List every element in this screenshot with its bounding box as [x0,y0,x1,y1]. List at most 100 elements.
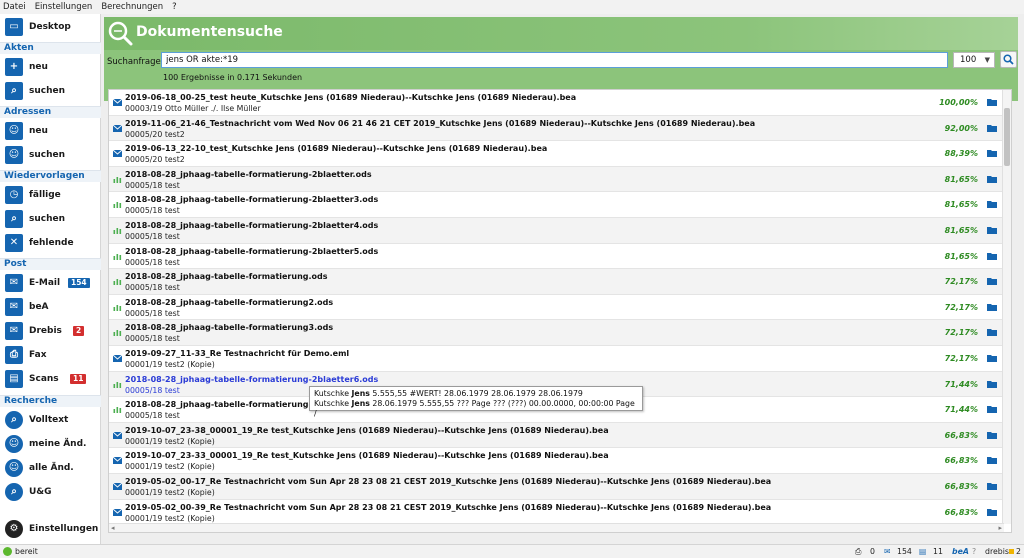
sidebar-item-desktop[interactable]: ▭ Desktop [0,16,101,40]
folder-icon[interactable] [987,380,997,388]
folder-icon[interactable] [987,277,997,286]
result-title: 2018-08-28_jphaag-tabelle-formatierung-2… [125,246,379,256]
search-input[interactable] [161,52,948,68]
folder-icon[interactable] [987,98,997,106]
sidebar-item-label: alle Änd. [29,463,74,473]
result-case: 00005/18 test [125,206,180,216]
folder-icon[interactable] [987,354,997,362]
scanner-icon: ▤ [5,370,23,388]
result-case: 00005/18 test [125,411,180,421]
result-case: 00005/18 test [125,180,180,190]
sidebar-item-fax[interactable]: ⎙ Fax [0,344,101,368]
result-case: 00005/18 test [125,231,180,241]
result-row[interactable]: 2019-06-13_22-10_test_Kutschke Jens (016… [109,141,1004,167]
mail-icon[interactable]: ✉ [884,547,891,556]
sidebar-item-wv-faellige[interactable]: ◷ fällige [0,184,101,208]
folder-icon[interactable] [987,405,997,414]
sidebar-item-ug[interactable]: ⌕ U&G [0,481,101,505]
folder-icon[interactable] [987,175,997,183]
sidebar-item-meine-aend[interactable]: ☺ meine Änd. [0,433,101,457]
sidebar-item-settings[interactable]: ⚙ Einstellungen [0,518,101,542]
bea-mail-icon: ✉ [5,298,23,316]
sidebar-item-wv-suchen[interactable]: ⌕ suchen [0,208,101,232]
result-case: 00005/20 test2 [125,155,185,165]
result-row[interactable]: 2019-09-27_11-33_Re Testnachricht für De… [109,346,1004,372]
menu-help[interactable]: ? [172,2,177,12]
result-row[interactable]: 2019-05-02_00-39_Re Testnachricht vom Su… [109,500,1004,526]
bea-status[interactable]: beA [952,547,969,556]
menu-datei[interactable]: Datei [3,2,26,12]
result-row[interactable]: 2019-06-18_00-25_test heute_Kutschke Jen… [109,90,1004,116]
folder-icon[interactable] [987,431,997,439]
sidebar-item-scans[interactable]: ▤ Scans 11 [0,368,101,392]
sidebar-section-recherche: Recherche [0,395,101,407]
scanner-icon[interactable]: ▤ [919,547,926,556]
scrollbar-thumb[interactable] [1004,108,1010,166]
result-row[interactable]: 2018-08-28_jphaag-tabelle-formatierung.o… [109,269,1004,295]
result-row[interactable]: 2018-08-28_jphaag-tabelle-formatierung-2… [109,244,1004,270]
mail-icon [113,431,122,439]
folder-icon[interactable] [987,456,997,465]
query-label: Suchanfrage: [107,57,164,67]
result-case: 00003/19 Otto Müller ./. Ilse Müller [125,104,261,113]
result-title: 2018-08-28_jphaag-tabelle-formatierung-2… [125,374,379,384]
folder-icon[interactable] [987,226,997,234]
sidebar-item-volltext[interactable]: ⌕ Volltext [0,409,101,433]
mail-icon: ✉ [5,274,23,292]
result-row[interactable]: 2018-08-28_jphaag-tabelle-formatierung-2… [109,192,1004,218]
sidebar-item-adressen-neu[interactable]: ☺ neu [0,120,101,144]
result-score: 81,65% [944,251,978,261]
sidebar-item-akten-neu[interactable]: + neu [0,56,101,80]
search-icon [1003,54,1014,65]
menu-einstellungen[interactable]: Einstellungen [35,2,93,12]
sidebar-item-alle-aend[interactable]: ☺ alle Änd. [0,457,101,481]
sidebar-item-drebis[interactable]: ✉ Drebis 2 [0,320,101,344]
folder-icon[interactable] [987,303,997,311]
horizontal-scrollbar[interactable]: ◂ ▸ [109,523,1004,532]
result-row[interactable]: 2018-08-28_jphaag-tabelle-formatierung2.… [109,295,1004,321]
folder-icon[interactable] [987,124,997,132]
sidebar-item-label: Einstellungen [29,524,99,534]
spreadsheet-icon [113,279,122,286]
result-summary: 100 Ergebnisse in 0.171 Sekunden [163,73,303,82]
sidebar-item-akten-suchen[interactable]: ⌕ suchen [0,80,101,104]
folder-icon[interactable] [987,328,997,337]
preview-tooltip: Kutschke Jens 5.555,55 #WERT! 28.06.1979… [309,386,643,418]
sidebar-item-wv-fehlende[interactable]: ✕ fehlende [0,232,101,256]
result-row[interactable]: 2018-08-28_jphaag-tabelle-formatierung3.… [109,320,1004,346]
search-button[interactable] [1000,51,1017,68]
tooltip-line-2: Kutschke Jens 28.06.1979 5.555,55 ??? Pa… [314,399,635,418]
vertical-scrollbar[interactable] [1002,90,1011,524]
status-text: bereit [15,547,38,556]
menu-bar: Datei Einstellungen Berechnungen ? [0,0,1024,14]
sidebar-item-label: Fax [29,350,47,360]
mail-icon [113,99,122,106]
folder-icon[interactable] [987,149,997,158]
drebis-status[interactable]: drebis [985,547,1009,556]
sidebar-item-email[interactable]: ✉ E-Mail 154 [0,272,101,296]
sidebar-item-adressen-suchen[interactable]: ☺ suchen [0,144,101,168]
result-score: 71,44% [944,379,978,389]
result-row[interactable]: 2018-08-28_jphaag-tabelle-formatierung-2… [109,166,1004,193]
drebis-count-badge: 2 [73,326,85,336]
scroll-left-icon[interactable]: ◂ [111,524,115,532]
printer-icon[interactable]: ⎙ [855,547,861,557]
folder-icon[interactable] [987,482,997,490]
mail-icon [113,457,122,465]
result-row[interactable]: 2019-05-02_00-17_Re Testnachricht vom Su… [109,473,1004,500]
result-row[interactable]: 2019-11-06_21-46_Testnachricht vom Wed N… [109,115,1004,142]
result-row[interactable]: 2019-10-07_23-38_00001_19_Re test_Kutsch… [109,422,1004,449]
folder-icon[interactable] [987,252,997,260]
menu-berechnungen[interactable]: Berechnungen [101,2,163,12]
folder-icon[interactable] [987,508,997,516]
mail-icon [113,482,122,490]
result-row[interactable]: 2019-10-07_23-33_00001_19_Re test_Kutsch… [109,448,1004,474]
result-count-select[interactable]: 100 ▼ [953,52,995,68]
folder-icon[interactable] [987,200,997,209]
gear-icon: ⚙ [5,520,23,538]
spreadsheet-icon [113,330,122,337]
result-row[interactable]: 2018-08-28_jphaag-tabelle-formatierung-2… [109,217,1004,244]
sidebar-item-bea[interactable]: ✉ beA [0,296,101,320]
scroll-right-icon[interactable]: ▸ [998,524,1002,532]
sidebar-item-label: neu [29,126,48,136]
